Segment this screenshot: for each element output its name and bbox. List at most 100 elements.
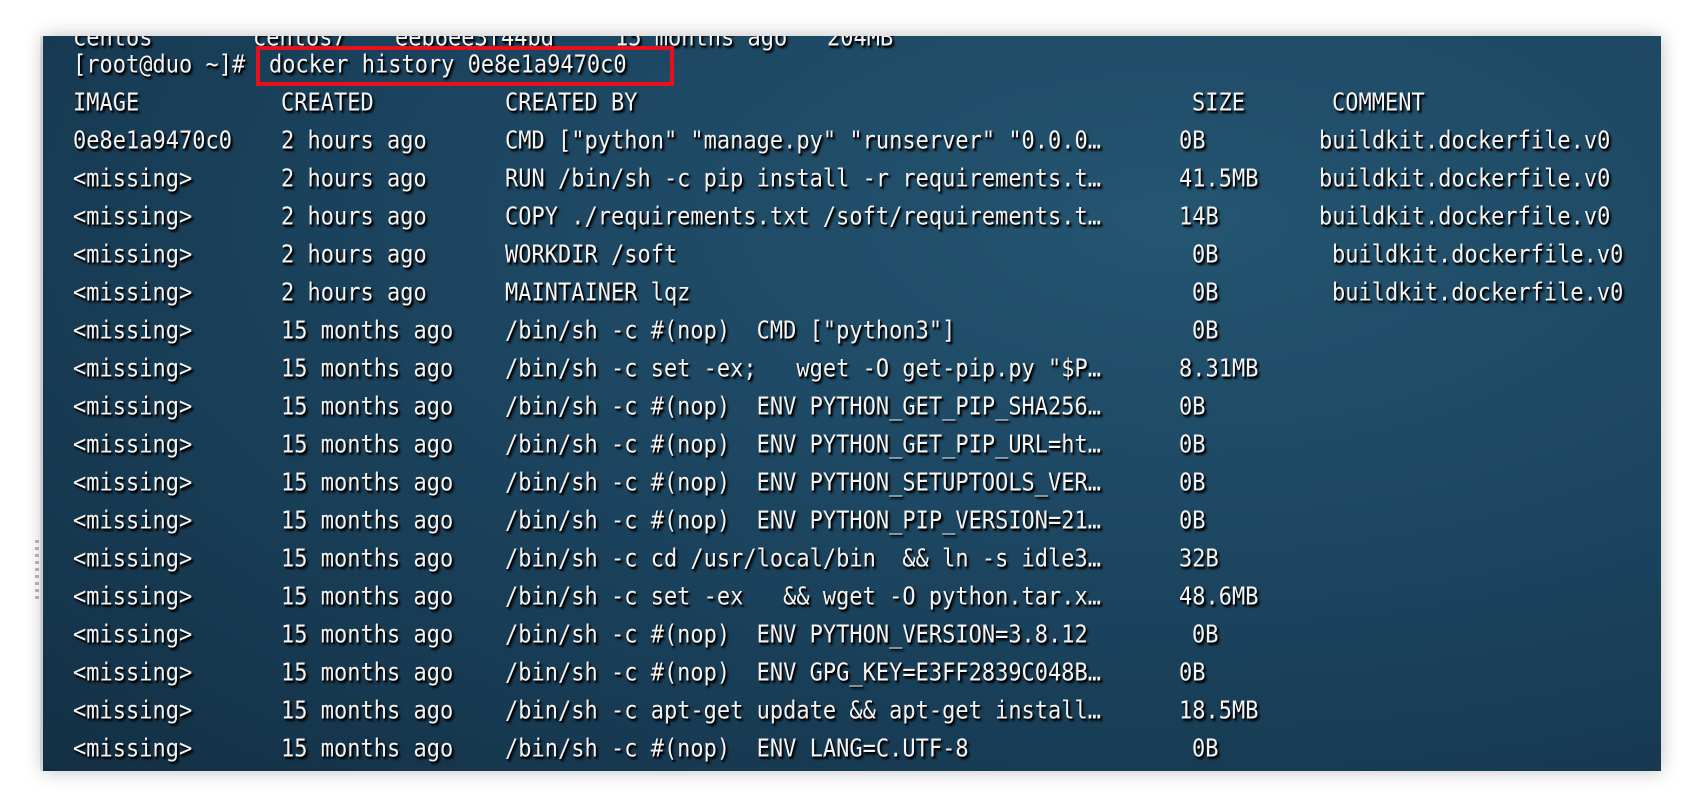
cell-size: 0B [1179,507,1206,536]
cell-image-id: <missing> [73,659,193,688]
cell-size: 0B [1192,317,1219,346]
resize-handle[interactable] [35,540,39,600]
cell-image-id: <missing> [73,735,193,764]
cell-size: 0B [1179,659,1206,688]
cell-created-by: COPY ./requirements.txt /soft/requiremen… [505,203,1102,232]
cell-comment: buildkit.dockerfile.v0 [1332,279,1624,308]
cell-created: 15 months ago [281,583,454,612]
cell-created-by: /bin/sh -c set -ex; wget -O get-pip.py "… [505,355,1102,384]
cell-size: 0B [1192,241,1219,270]
cell-size: 0B [1179,127,1206,156]
header-created-by: CREATED BY [505,89,638,118]
cell-image-id: <missing> [73,317,193,346]
cell-created: 15 months ago [281,735,454,764]
cell-size: 0B [1192,735,1219,764]
cell-comment: buildkit.dockerfile.v0 [1319,203,1611,232]
cell-created-by: MAINTAINER lqz [505,279,691,308]
cell-size: 18.5MB [1179,697,1259,726]
command-highlight-box [256,46,674,86]
cell-created: 15 months ago [281,469,454,498]
table-row: <missing> 15 months ago/bin/sh -c #(nop) … [43,501,1661,544]
cell-size: 14B [1179,203,1219,232]
cell-comment: buildkit.dockerfile.v0 [1319,127,1611,156]
cell-image-id: <missing> [73,507,193,536]
header-image: IMAGE [73,89,140,118]
table-row: <missing> 15 months ago/bin/sh -c #(nop) … [43,729,1661,771]
table-row: <missing> 15 months ago/bin/sh -c set -ex… [43,577,1661,620]
cell-created-by: /bin/sh -c cd /usr/local/bin && ln -s id… [505,545,1102,574]
table-row: <missing> 15 months ago/bin/sh -c #(nop) … [43,387,1661,430]
cell-image-id: <missing> [73,203,193,232]
shell-prompt: [root@duo ~]# [73,51,246,80]
cell-size: 41.5MB [1179,165,1259,194]
cell-image-id: <missing> [73,583,193,612]
cell-created: 15 months ago [281,507,454,536]
cell-size: 0B [1192,279,1219,308]
cell-created: 15 months ago [281,355,454,384]
cell-created: 2 hours ago [281,279,427,308]
table-row: <missing> 15 months ago/bin/sh -c #(nop) … [43,615,1661,658]
table-row: <missing> 2 hours ago COPY ./requirements.… [43,197,1661,240]
cell-created: 15 months ago [281,393,454,422]
table-row: <missing> 15 months ago/bin/sh -c #(nop) … [43,425,1661,468]
cell-created: 2 hours ago [281,203,427,232]
cell-size: 0B [1192,621,1219,650]
cell-size: 0B [1179,393,1206,422]
cell-created: 15 months ago [281,317,454,346]
cell-size: 48.6MB [1179,583,1259,612]
cell-created: 2 hours ago [281,165,427,194]
cell-size: 0B [1179,469,1206,498]
cell-created-by: /bin/sh -c #(nop) ENV PYTHON_VERSION=3.8… [505,621,1088,650]
table-row: <missing> 15 months ago/bin/sh -c #(nop) … [43,653,1661,696]
cell-image-id: <missing> [73,469,193,498]
cell-image-id: <missing> [73,241,193,270]
cell-image-id: <missing> [73,393,193,422]
cell-created-by: /bin/sh -c #(nop) CMD ["python3"] [505,317,956,346]
cell-created: 15 months ago [281,545,454,574]
table-row: <missing> 2 hours ago RUN /bin/sh -c pip i… [43,159,1661,202]
table-row: 0e8e1a9470c0 2 hours ago CMD ["python" "ma… [43,121,1661,164]
cell-created: 15 months ago [281,659,454,688]
cell-created-by: /bin/sh -c #(nop) ENV PYTHON_GET_PIP_SHA… [505,393,1102,422]
cell-comment: buildkit.dockerfile.v0 [1319,165,1611,194]
cell-size: 0B [1179,431,1206,460]
cell-created-by: /bin/sh -c #(nop) ENV LANG=C.UTF-8 [505,735,969,764]
table-header: IMAGE CREATED CREATED BY SIZE COMMENT [43,83,1661,126]
cell-created: 15 months ago [281,697,454,726]
cell-image-id: <missing> [73,165,193,194]
cell-image-id: <missing> [73,431,193,460]
cell-size: 32B [1179,545,1219,574]
cell-comment: buildkit.dockerfile.v0 [1332,241,1624,270]
cell-image-id: <missing> [73,545,193,574]
cell-created-by: /bin/sh -c #(nop) ENV PYTHON_SETUPTOOLS_… [505,469,1102,498]
cell-image-id: <missing> [73,621,193,650]
header-comment: COMMENT [1332,89,1425,118]
cell-image-id: <missing> [73,697,193,726]
cell-created: 15 months ago [281,621,454,650]
table-row: <missing> 15 months ago/bin/sh -c #(nop) … [43,311,1661,354]
table-row: <missing> 2 hours ago MAINTAINER lqz 0B buil… [43,273,1661,316]
cell-created: 2 hours ago [281,241,427,270]
cell-image-id: <missing> [73,355,193,384]
cell-created-by: RUN /bin/sh -c pip install -r requiremen… [505,165,1102,194]
cell-created: 2 hours ago [281,127,427,156]
cell-created: 15 months ago [281,431,454,460]
cell-created-by: /bin/sh -c #(nop) ENV PYTHON_GET_PIP_URL… [505,431,1102,460]
cell-created-by: /bin/sh -c #(nop) ENV PYTHON_PIP_VERSION… [505,507,1102,536]
table-row: <missing> 15 months ago/bin/sh -c set -ex… [43,349,1661,392]
header-size: SIZE [1192,89,1245,118]
cell-created-by: /bin/sh -c apt-get update && apt-get ins… [505,697,1102,726]
table-row: <missing> 2 hours ago WORKDIR /soft 0B build… [43,235,1661,278]
cell-created-by: /bin/sh -c set -ex && wget -O python.tar… [505,583,1102,612]
cell-image-id: <missing> [73,279,193,308]
cell-created-by: CMD ["python" "manage.py" "runserver" "0… [505,127,1102,156]
table-row: <missing> 15 months ago/bin/sh -c cd /usr… [43,539,1661,582]
terminal-window[interactable]: centos centos7 eeb6ee3f44bd 15 months ag… [43,36,1661,771]
cell-created-by: /bin/sh -c #(nop) ENV GPG_KEY=E3FF2839C0… [505,659,1102,688]
cell-image-id: 0e8e1a9470c0 [73,127,232,156]
header-created: CREATED [281,89,374,118]
table-row: <missing> 15 months ago/bin/sh -c apt-get… [43,691,1661,734]
cell-created-by: WORKDIR /soft [505,241,678,270]
table-row: <missing> 15 months ago/bin/sh -c #(nop) … [43,463,1661,506]
cell-size: 8.31MB [1179,355,1259,384]
